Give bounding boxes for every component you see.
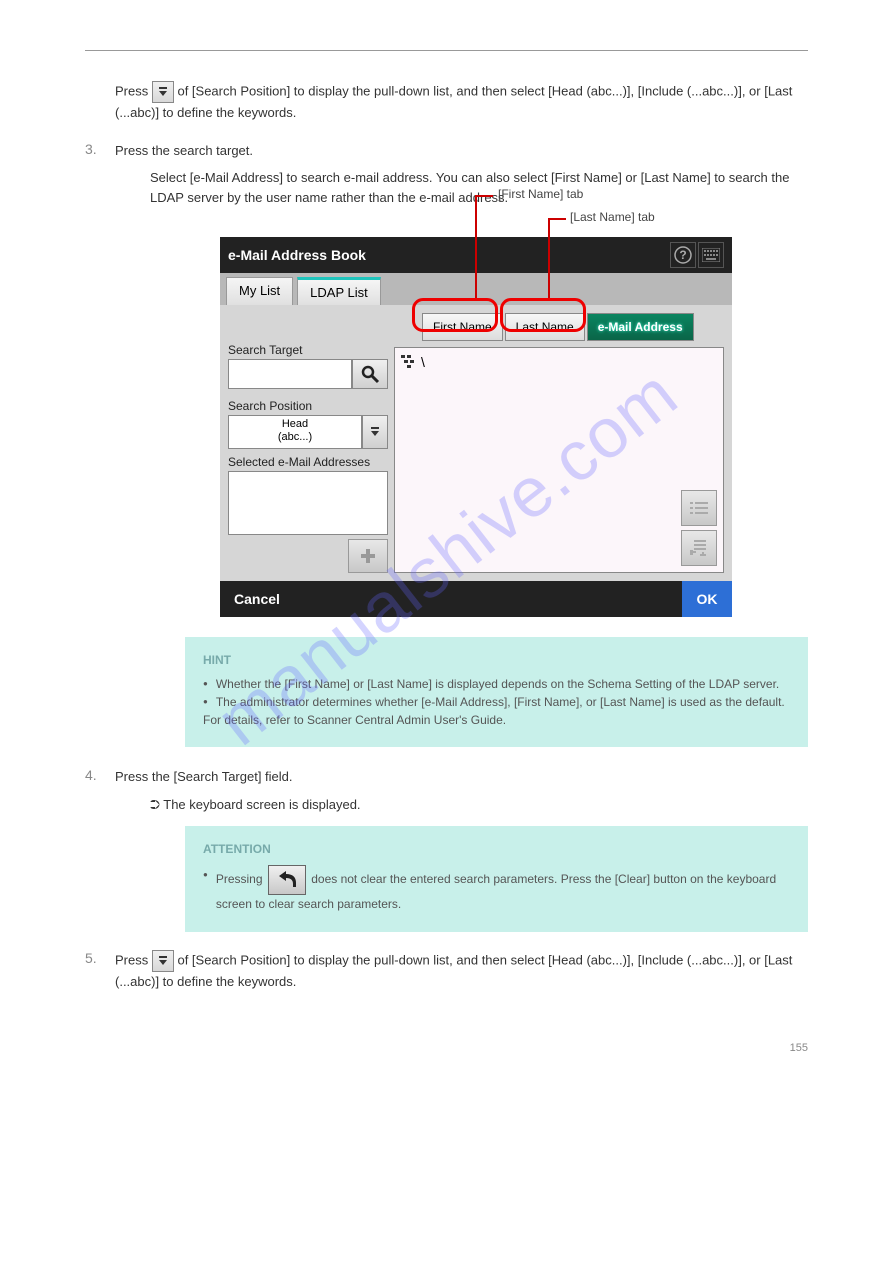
right-column: First Name Last Name e-Mail Address \ bbox=[394, 313, 724, 573]
help-icon[interactable]: ? bbox=[670, 242, 696, 268]
search-input[interactable] bbox=[228, 359, 352, 389]
dropdown-icon bbox=[152, 81, 174, 103]
step2-suffix: of [Search Position] to display the pull… bbox=[115, 83, 792, 120]
tree-icon bbox=[401, 355, 417, 369]
bottombar: Cancel OK bbox=[220, 581, 732, 617]
window-title: e-Mail Address Book bbox=[228, 247, 366, 263]
screenshot: [First Name] tab [Last Name] tab e-Mail … bbox=[220, 237, 732, 617]
step-3-text: Press the search target. bbox=[115, 141, 253, 161]
position-line2: (abc...) bbox=[229, 431, 361, 444]
results-list[interactable]: \ bbox=[394, 347, 724, 573]
hint-list: Whether the [First Name] or [Last Name] … bbox=[203, 675, 790, 729]
marker-lastname-tick bbox=[548, 218, 566, 220]
position-row: Head (abc...) bbox=[228, 415, 388, 449]
step2-prefix: Press bbox=[115, 83, 152, 98]
step-2: Press of [Search Position] to display th… bbox=[85, 81, 808, 123]
search-button[interactable] bbox=[352, 359, 388, 389]
list-header: \ bbox=[401, 354, 717, 370]
step-num-4: 4. bbox=[85, 767, 115, 783]
marker-firstname-tick bbox=[475, 195, 493, 197]
add-button[interactable] bbox=[348, 539, 388, 573]
step-5-text: Press of [Search Position] to display th… bbox=[115, 950, 808, 992]
filter-buttons: First Name Last Name e-Mail Address bbox=[422, 313, 724, 341]
cancel-button[interactable]: Cancel bbox=[220, 581, 294, 617]
position-value: Head (abc...) bbox=[228, 415, 362, 449]
position-dropdown-button[interactable] bbox=[362, 415, 388, 449]
step-5: 5. Press of [Search Position] to display… bbox=[85, 950, 808, 992]
marker-firstname-line bbox=[475, 195, 477, 300]
attention-text: Pressing does not clear the entered sear… bbox=[216, 865, 790, 914]
label-firstname: [First Name] tab bbox=[498, 187, 583, 201]
step-3-note: Select [e-Mail Address] to search e-mail… bbox=[150, 168, 808, 207]
attention-box: ATTENTION ● Pressing does not clear the … bbox=[185, 826, 808, 932]
tab-mylist[interactable]: My List bbox=[226, 277, 293, 305]
attention-row: ● Pressing does not clear the entered se… bbox=[203, 865, 790, 914]
list-view-icon[interactable] bbox=[681, 490, 717, 526]
ok-button[interactable]: OK bbox=[682, 581, 732, 617]
divider bbox=[85, 50, 808, 51]
step-num-5: 5. bbox=[85, 950, 115, 966]
page-footer: 155 bbox=[85, 1042, 808, 1054]
page-container: Press of [Search Position] to display th… bbox=[0, 0, 893, 1114]
step-4: 4. Press the [Search Target] field. bbox=[85, 767, 808, 787]
list-prefix: \ bbox=[421, 354, 425, 370]
hint-title: HINT bbox=[203, 651, 790, 669]
step5-prefix: Press bbox=[115, 953, 152, 968]
attn-before: Pressing bbox=[216, 872, 266, 886]
filter-email-button[interactable]: e-Mail Address bbox=[587, 313, 694, 341]
tab-ldap[interactable]: LDAP List bbox=[297, 277, 381, 305]
attention-title: ATTENTION bbox=[203, 840, 790, 859]
step-4-sub: ⮊ The keyboard screen is displayed. bbox=[150, 795, 808, 815]
selected-addresses-box bbox=[228, 471, 388, 535]
step-3: 3. Press the search target. bbox=[85, 141, 808, 161]
insert-list-icon[interactable] bbox=[681, 530, 717, 566]
side-icons bbox=[681, 490, 717, 566]
filter-lastname-button[interactable]: Last Name bbox=[505, 313, 585, 341]
search-position-label: Search Position bbox=[228, 399, 388, 413]
step-num-3: 3. bbox=[85, 141, 115, 157]
step4-sub-text: The keyboard screen is displayed. bbox=[163, 797, 360, 812]
left-column: Search Target Search Position Head (abc.… bbox=[228, 313, 388, 573]
selected-label: Selected e-Mail Addresses bbox=[228, 455, 388, 469]
search-target-label: Search Target bbox=[228, 343, 388, 357]
undo-icon bbox=[268, 865, 306, 895]
step5-suffix: of [Search Position] to display the pull… bbox=[115, 953, 792, 990]
hint-item-2: The administrator determines whether [e-… bbox=[203, 693, 790, 729]
step-2-text: Press of [Search Position] to display th… bbox=[115, 81, 808, 123]
filter-firstname-button[interactable]: First Name bbox=[422, 313, 503, 341]
attention-bullet: ● bbox=[203, 869, 208, 918]
svg-text:?: ? bbox=[679, 248, 686, 262]
keyboard-icon[interactable] bbox=[698, 242, 724, 268]
label-lastname: [Last Name] tab bbox=[570, 210, 655, 224]
dropdown-icon-2 bbox=[152, 950, 174, 972]
position-line1: Head bbox=[229, 418, 361, 431]
hint-box: HINT Whether the [First Name] or [Last N… bbox=[185, 637, 808, 747]
hint-item-1: Whether the [First Name] or [Last Name] … bbox=[203, 675, 790, 693]
search-row bbox=[228, 359, 388, 389]
step-4-text: Press the [Search Target] field. bbox=[115, 767, 293, 787]
app-body: Search Target Search Position Head (abc.… bbox=[220, 305, 732, 581]
marker-lastname-line bbox=[548, 218, 550, 300]
